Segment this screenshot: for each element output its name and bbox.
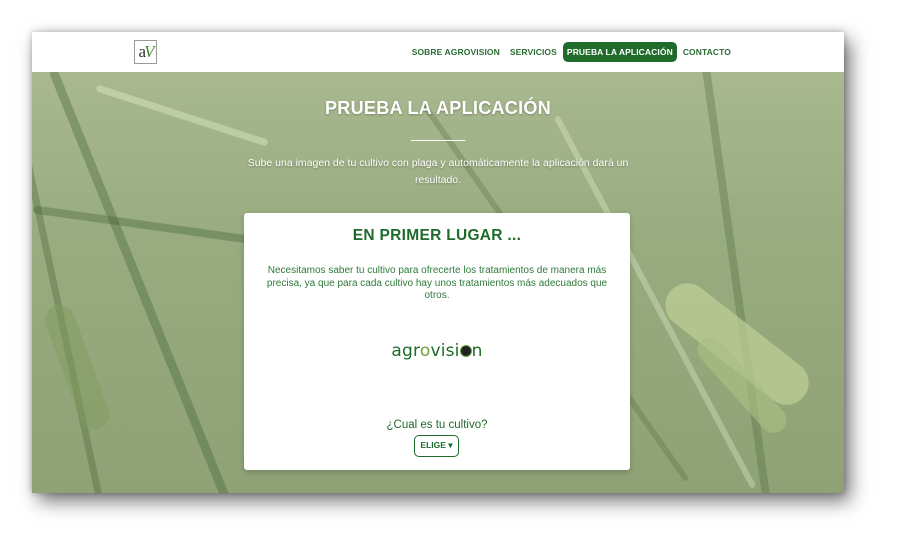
page-subtitle: Sube una imagen de tu cultivo con plaga … — [247, 157, 629, 186]
browser-page: aV SOBRE AGROVISION SERVICIOS PRUEBA LA … — [32, 32, 844, 493]
card-description: Necesitamos saber tu cultivo para ofrece… — [266, 265, 608, 301]
elige-dropdown-button[interactable]: ELIGE ▾ — [414, 435, 459, 457]
agrovision-logo[interactable]: aV — [134, 40, 157, 64]
hero-section: PRUEBA LA APLICACIÓN Sube una imagen de … — [32, 72, 844, 493]
card-title: EN PRIMER LUGAR ... — [352, 227, 522, 244]
nav-menu: SOBRE AGROVISION SERVICIOS PRUEBA LA APL… — [407, 32, 844, 72]
nav-item-contacto[interactable]: CONTACTO — [679, 42, 735, 62]
navbar: aV SOBRE AGROVISION SERVICIOS PRUEBA LA … — [32, 32, 844, 72]
nav-item-sobre-agrovision[interactable]: SOBRE AGROVISION — [408, 42, 504, 62]
crop-question: ¿Cual es tu cultivo? — [386, 419, 488, 431]
page-title: PRUEBA LA APLICACIÓN — [325, 98, 551, 118]
wheat-stalk-bg — [48, 72, 245, 493]
crop-selection-card: EN PRIMER LUGAR ... Necesitamos saber tu… — [244, 213, 630, 470]
wheat-stalk-bg — [698, 72, 774, 493]
eye-icon — [459, 345, 472, 357]
wheat-stalk-bg — [32, 72, 113, 493]
title-divider — [411, 140, 465, 141]
wheat-ear-bg — [40, 300, 114, 434]
nav-item-prueba-la-aplicacion[interactable]: PRUEBA LA APLICACIÓN — [562, 42, 677, 62]
wheat-stalk-bg — [32, 205, 272, 247]
nav-item-servicios[interactable]: SERVICIOS — [506, 42, 561, 62]
agrovision-wordmark: agrovisi n — [391, 341, 483, 361]
